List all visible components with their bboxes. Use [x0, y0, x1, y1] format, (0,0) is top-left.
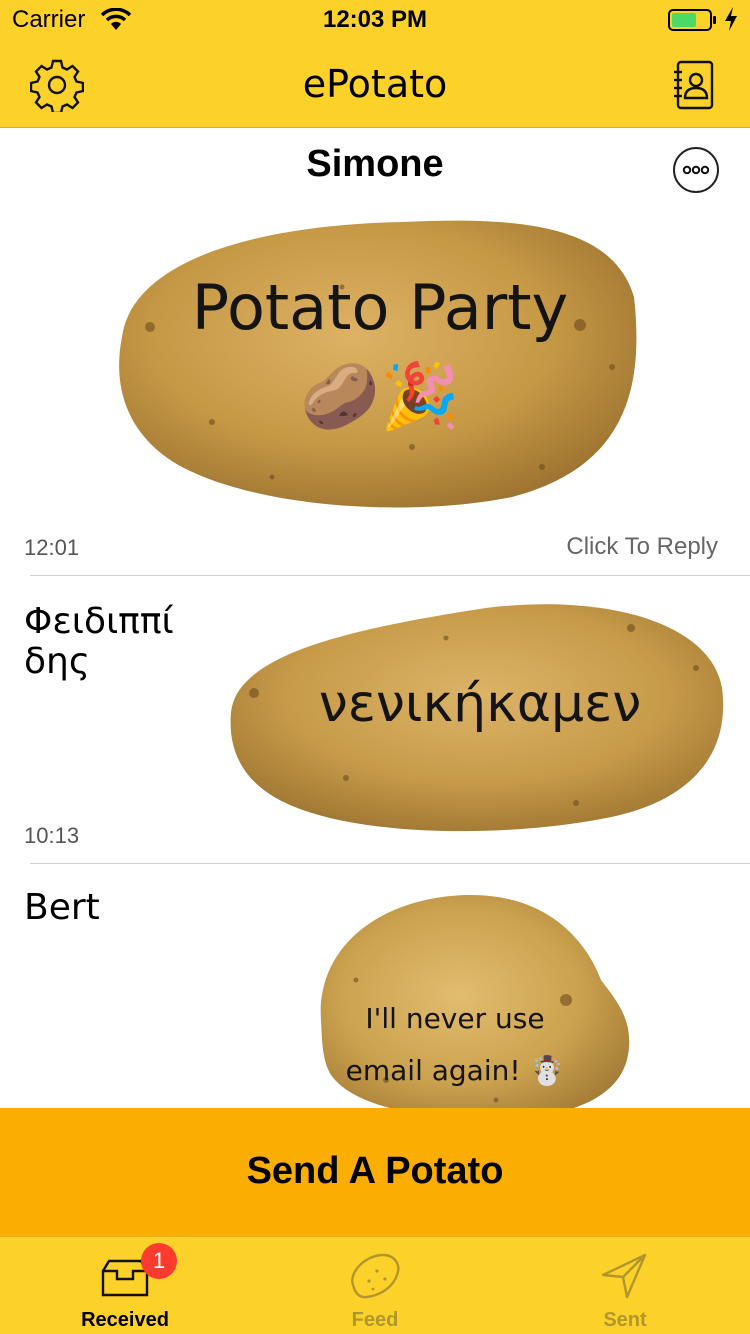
status-bar: Carrier 12:03 PM	[0, 0, 750, 40]
tab-bar: 1 Received Feed Sent	[0, 1236, 750, 1334]
message-time: 12:01	[24, 535, 80, 560]
tab-label: Feed	[351, 1309, 399, 1331]
send-button-label: Send A Potato	[246, 1150, 504, 1192]
clock: 12:03 PM	[322, 6, 428, 33]
potato-message: Potato Party	[191, 271, 569, 344]
reply-link[interactable]: Click To Reply	[566, 533, 718, 561]
sender-name: Bert	[24, 887, 100, 928]
tab-label: Sent	[603, 1309, 647, 1331]
tab-feed[interactable]: Feed	[250, 1237, 500, 1334]
charging-icon	[724, 6, 738, 37]
potato-emoji: 🥔🎉	[300, 360, 460, 434]
paper-plane-icon	[595, 1251, 655, 1301]
message-card[interactable]: Φειδιππί δης νενικήκαμεν 10:13	[0, 576, 750, 863]
sender-name: Simone	[306, 143, 444, 185]
sender-name: Φειδιππί δης	[24, 601, 174, 682]
send-a-potato-button[interactable]: Send A Potato	[0, 1108, 750, 1236]
contacts-book-icon[interactable]	[672, 60, 714, 110]
message-card[interactable]: Simone Potato Party 🥔🎉 12:01 Click To Re…	[0, 129, 750, 576]
tab-received[interactable]: 1 Received	[0, 1237, 250, 1334]
message-time: 10:13	[24, 823, 80, 848]
tab-sent[interactable]: Sent	[500, 1237, 750, 1334]
tab-label: Received	[81, 1309, 169, 1331]
battery-icon	[668, 8, 718, 32]
received-feed[interactable]: Simone Potato Party 🥔🎉 12:01 Click To Re…	[0, 129, 750, 1108]
app-title: ePotato	[302, 62, 448, 106]
potato-icon	[345, 1251, 405, 1301]
more-options-icon[interactable]	[673, 147, 719, 193]
potato-message-line-1: I'll never use	[365, 1002, 545, 1035]
unread-badge: 1	[141, 1243, 177, 1279]
message-card[interactable]: Bert I'll never use email again! ☃️	[0, 864, 750, 1108]
nav-bar: ePotato	[0, 40, 750, 128]
potato-message: νενικήκαμεν	[318, 674, 642, 734]
potato-message-line-2: email again! ☃️	[345, 1054, 565, 1087]
